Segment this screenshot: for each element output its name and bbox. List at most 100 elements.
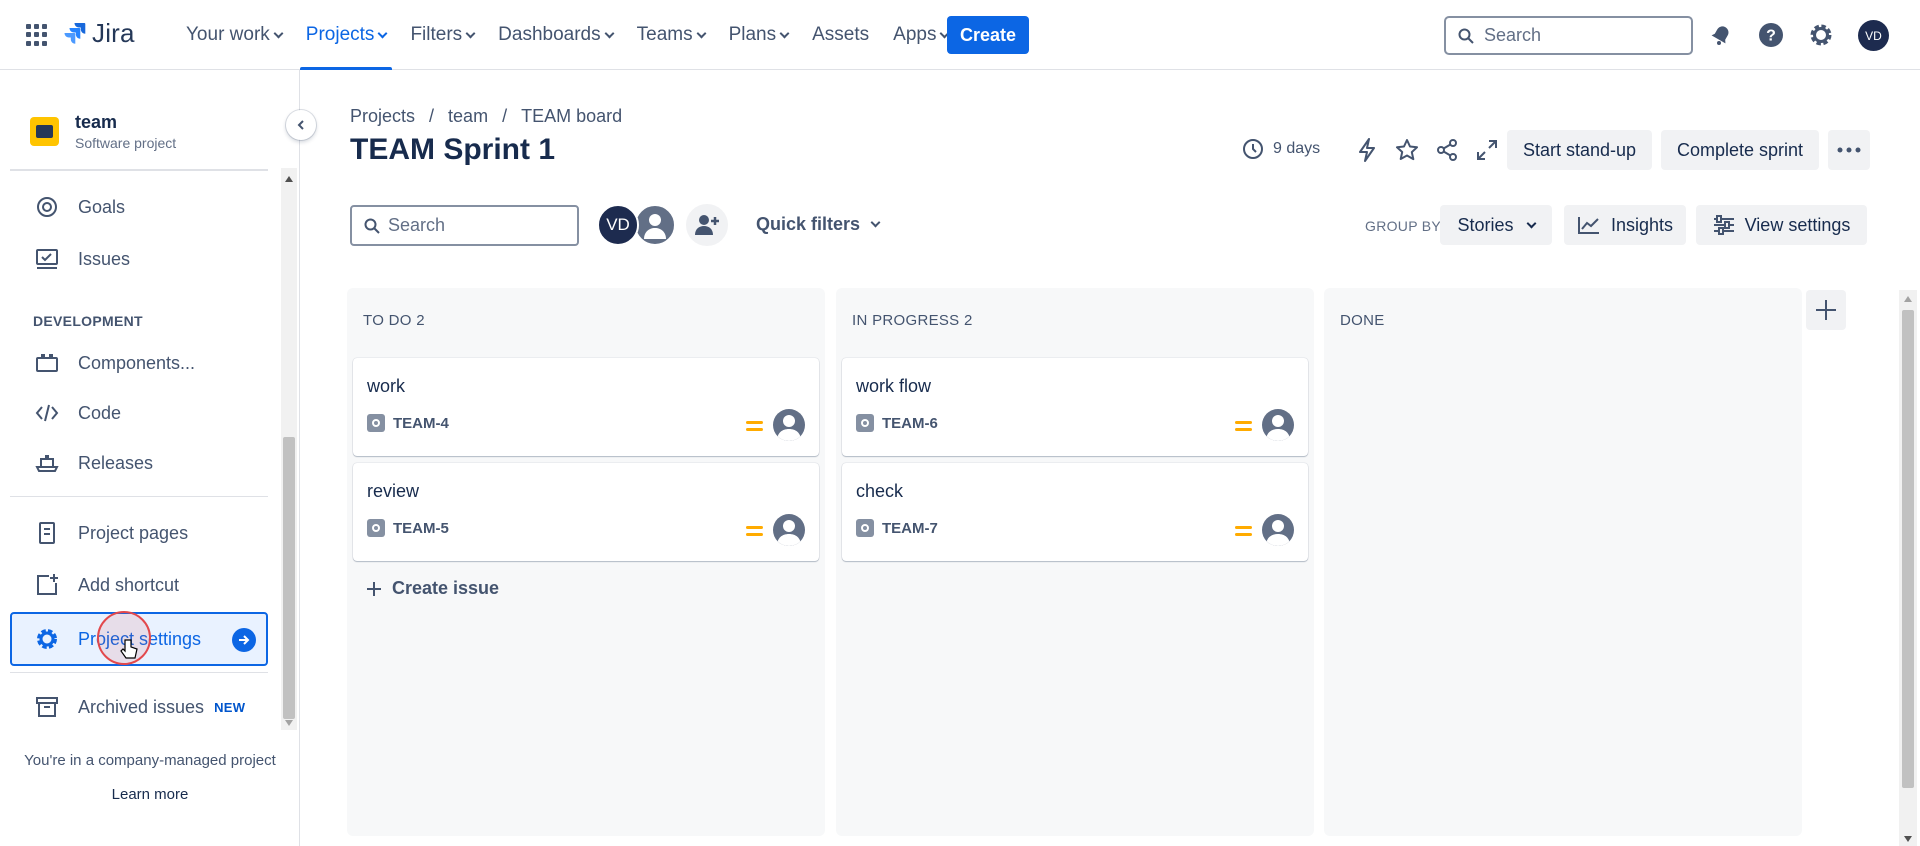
jira-logo-icon [64,22,86,44]
project-name: team [75,112,118,132]
scroll-up-arrow-icon[interactable] [285,176,293,182]
insights-button[interactable]: Insights [1564,205,1686,245]
sidebar-item-releases[interactable]: Releases [10,440,268,486]
nav-filters[interactable]: Filters [398,0,486,70]
view-settings-button[interactable]: View settings [1696,205,1867,245]
scroll-up-arrow-icon[interactable] [1904,296,1912,302]
notifications-bell-icon[interactable] [1706,20,1736,50]
quick-filters-dropdown[interactable]: Quick filters [756,214,881,235]
breadcrumb-project[interactable]: team [448,106,488,127]
code-icon [34,400,60,426]
chevron-down-icon [604,28,615,38]
user-avatar[interactable]: VD [1858,20,1889,51]
star-icon[interactable] [1391,134,1423,166]
issue-card[interactable]: review TEAM-5 [353,463,819,561]
breadcrumb-projects[interactable]: Projects [350,106,415,127]
sidebar-item-project-settings[interactable]: Project settings [10,612,268,666]
sidebar-item-project-pages[interactable]: Project pages [10,510,268,556]
nav-your-work[interactable]: Your work [174,0,294,70]
sidebar-item-label: Components... [78,352,196,373]
more-horizontal-icon [1837,147,1861,153]
issue-key-label: TEAM-5 [393,519,449,537]
scroll-down-arrow-icon[interactable] [285,720,293,726]
company-managed-note: You're in a company-managed project [24,752,276,769]
insights-label: Insights [1610,214,1674,235]
complete-sprint-button[interactable]: Complete sprint [1661,130,1819,170]
avatar-filter-vd[interactable]: VD [597,204,639,246]
add-column-button[interactable] [1806,290,1846,330]
board-scrollbar[interactable] [1899,290,1917,846]
board-column-todo: TO DO 2 work TEAM-4 review TEAM-5 [347,288,825,836]
priority-medium-icon [746,526,763,538]
priority-medium-icon [1235,526,1252,538]
sidebar-scrollbar[interactable] [281,168,297,730]
sidebar-item-code[interactable]: Code [10,390,268,436]
issue-summary: check [856,481,904,501]
nav-teams[interactable]: Teams [625,0,717,70]
nav-assets[interactable]: Assets [800,0,881,70]
collapse-sidebar-button[interactable] [286,110,316,140]
sidebar-item-archived-issues[interactable]: Archived issues NEW [10,684,268,730]
nav-plans[interactable]: Plans [717,0,801,70]
sidebar-item-issues[interactable]: Issues [10,236,268,282]
top-navigation: Jira Your work Projects Filters Dashboar… [0,0,1920,70]
project-header[interactable]: team Software project [30,112,176,151]
nav-projects[interactable]: Projects [294,0,399,70]
nav-dashboards[interactable]: Dashboards [486,0,624,70]
hand-cursor-icon [120,639,138,659]
assignee-avatar[interactable] [773,409,805,441]
chevron-down-icon [1526,218,1536,228]
scrollbar-thumb[interactable] [1902,310,1914,788]
jira-logo[interactable]: Jira [64,18,135,49]
page-title: TEAM Sprint 1 [350,133,556,166]
assignee-avatar[interactable] [1262,409,1294,441]
global-search-input[interactable]: Search [1444,16,1693,55]
target-icon [34,194,60,220]
learn-more-link[interactable]: Learn more [0,786,300,803]
board-search-input[interactable]: Search [350,205,579,246]
sidebar-item-components[interactable]: Components... [10,340,268,386]
start-standup-button[interactable]: Start stand-up [1507,130,1652,170]
group-by-dropdown[interactable]: Stories [1440,205,1552,245]
releases-icon [34,450,60,476]
nav-label: Plans [728,24,777,45]
settings-gear-icon[interactable] [1806,20,1836,50]
assignee-avatar[interactable] [1262,514,1294,546]
fullscreen-icon[interactable] [1471,134,1503,166]
issue-key: TEAM-6 [856,414,938,432]
help-icon[interactable]: ? [1756,20,1786,50]
primary-nav: Your work Projects Filters Dashboards Te… [174,0,960,70]
subtask-icon [856,414,874,432]
avatar-filter-unassigned[interactable] [634,204,676,246]
share-icon[interactable] [1431,134,1463,166]
issue-card[interactable]: work TEAM-4 [353,358,819,456]
sidebar-item-goals[interactable]: Goals [10,184,268,230]
breadcrumb-separator: / [429,106,435,126]
group-by-label: GROUP BY [1365,218,1442,234]
board-search-placeholder: Search [388,215,446,235]
scrollbar-thumb[interactable] [283,437,295,719]
create-button[interactable]: Create [947,16,1029,54]
plus-icon [367,581,381,596]
subtask-icon [856,519,874,537]
more-actions-button[interactable] [1828,130,1870,170]
scroll-down-arrow-icon[interactable] [1904,836,1912,842]
issue-card[interactable]: work flow TEAM-6 [842,358,1308,456]
breadcrumb-board[interactable]: TEAM board [521,106,622,127]
sprint-days-remaining[interactable]: 9 days [1242,138,1320,160]
column-title: TO DO 2 [363,312,425,329]
archive-icon [34,694,60,720]
chevron-down-icon [870,217,881,228]
assignee-avatar[interactable] [773,514,805,546]
add-people-button[interactable] [686,204,728,246]
automation-lightning-icon[interactable] [1351,134,1383,166]
person-icon [1266,415,1290,441]
issue-key-label: TEAM-6 [882,414,938,432]
divider [10,496,268,497]
breadcrumb-separator: / [502,106,508,126]
create-issue-button[interactable]: Create issue [366,578,499,599]
issue-card[interactable]: check TEAM-7 [842,463,1308,561]
sidebar-item-add-shortcut[interactable]: Add shortcut [10,562,268,608]
app-switcher-icon[interactable] [26,24,48,46]
sliders-icon [1713,215,1734,235]
